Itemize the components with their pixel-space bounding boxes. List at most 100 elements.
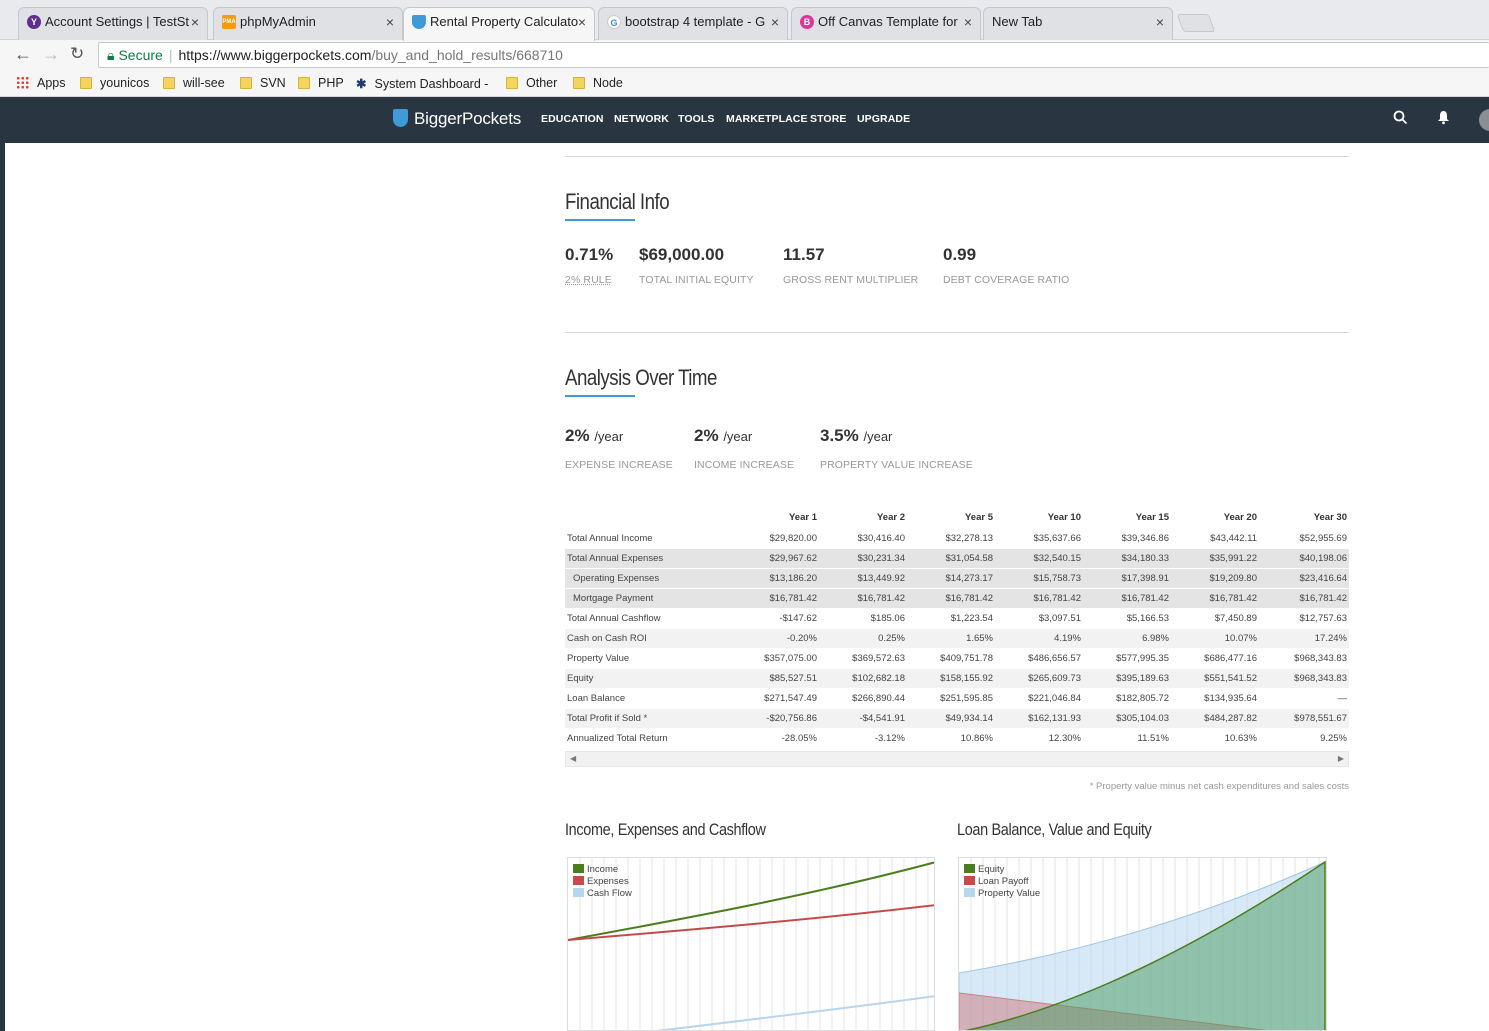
row-label: Mortgage Payment	[565, 587, 731, 608]
table-cell: $15,758.73	[995, 567, 1083, 588]
metric-total-initial-equity: $69,000.00 TOTAL INITIAL EQUITY	[639, 245, 754, 286]
tab-title: phpMyAdmin	[240, 14, 316, 29]
title-underline	[565, 395, 635, 397]
chart-title-income: Income, Expenses and Cashflow	[565, 820, 766, 839]
legend-label: Income	[587, 864, 619, 875]
table-cell: $3,097.51	[995, 607, 1083, 628]
forward-arrow-icon[interactable]: →	[42, 44, 60, 65]
metric-label: GROSS RENT MULTIPLIER	[783, 274, 919, 286]
table-cell: $265,609.73	[995, 667, 1083, 688]
nav-upgrade[interactable]: UPGRADE	[857, 113, 910, 125]
table-cell: $23,416.64	[1259, 567, 1349, 588]
secure-label: Secure	[118, 47, 163, 63]
table-cell: $968,343.83	[1259, 667, 1349, 688]
left-edge-bar	[0, 97, 5, 1031]
close-icon[interactable]: ×	[386, 8, 394, 36]
legend-swatch	[964, 888, 975, 897]
biggerpockets-icon	[412, 15, 426, 29]
close-icon[interactable]: ×	[771, 8, 779, 36]
reload-icon[interactable]: ↻	[70, 44, 84, 64]
legend-label: Expenses	[587, 876, 629, 887]
table-cell: $34,180.33	[1083, 547, 1171, 568]
metric-number: 2%	[694, 426, 719, 445]
close-icon[interactable]: ×	[964, 8, 972, 36]
scroll-right-arrow-icon[interactable]: ▶	[1338, 754, 1344, 763]
legend-swatch	[573, 864, 584, 873]
bookmark-other[interactable]: Other	[506, 76, 557, 90]
legend-swatch	[964, 876, 975, 885]
legend-loan-payoff: Loan Payoff	[964, 876, 1029, 887]
table-cell: $185.06	[819, 607, 907, 628]
metric-value: 2% /year	[565, 426, 673, 446]
tab-title: bootstrap 4 template - G	[625, 14, 766, 29]
legend-label: Loan Payoff	[978, 876, 1029, 887]
address-bar[interactable]: 🔒︎ Secure | https://www.biggerpockets.com/b…	[98, 42, 1489, 68]
table-cell: $369,572.63	[819, 647, 907, 668]
metric-label[interactable]: 2% RULE	[565, 274, 613, 286]
bookmark-label: System Dashboard -	[374, 77, 489, 91]
bookmark-apps[interactable]: Apps	[16, 76, 66, 90]
legend-swatch	[964, 864, 975, 873]
chart-title-loan: Loan Balance, Value and Equity	[957, 820, 1152, 839]
table-cell: $16,781.42	[731, 587, 819, 608]
divider: |	[168, 47, 173, 63]
avatar[interactable]	[1479, 109, 1489, 131]
bookmark-label: PHP	[318, 76, 344, 90]
browser-tab-new-tab[interactable]: New Tab ×	[983, 7, 1173, 40]
table-cell: $305,104.03	[1083, 707, 1171, 728]
nav-marketplace[interactable]: MARKETPLACE	[726, 113, 808, 125]
browser-tab-phpmyadmin[interactable]: PMA phpMyAdmin ×	[213, 7, 403, 40]
scroll-left-arrow-icon[interactable]: ◀	[570, 754, 576, 763]
table-cell: 9.25%	[1259, 727, 1349, 748]
close-icon[interactable]: ×	[1156, 8, 1164, 36]
bookmark-system-dashboard[interactable]: ✱ System Dashboard -	[356, 76, 488, 91]
nav-network[interactable]: NETWORK	[614, 113, 669, 125]
metric-value: 0.71%	[565, 245, 614, 264]
nav-store[interactable]: STORE	[810, 113, 846, 125]
url-host: https://www.biggerpockets.com	[178, 47, 372, 63]
google-icon: G	[607, 15, 621, 29]
close-icon[interactable]: ×	[578, 8, 586, 36]
metric-value: 3.5% /year	[820, 426, 973, 446]
table-cell: 6.98%	[1083, 627, 1171, 648]
browser-tab-off-canvas[interactable]: B Off Canvas Template for ×	[791, 7, 981, 40]
table-row: Cash on Cash ROI -0.20% 0.25% 1.65% 4.19% 6.9…	[565, 627, 1349, 648]
nav-tools[interactable]: TOOLS	[678, 113, 714, 125]
table-cell: $409,751.78	[907, 647, 995, 668]
legend-label: Equity	[978, 864, 1005, 875]
table-header: Year 20	[1223, 512, 1257, 524]
table-cell: 10.63%	[1171, 727, 1259, 748]
back-arrow-icon[interactable]: ←	[14, 44, 32, 65]
bookmark-will-see[interactable]: will-see	[163, 76, 225, 90]
bookmark-node[interactable]: Node	[573, 76, 623, 90]
table-cell: $16,781.42	[1171, 587, 1259, 608]
nav-education[interactable]: EDUCATION	[541, 113, 604, 125]
metric-2pct-rule: 0.71% 2% RULE	[565, 245, 613, 286]
row-label: Annualized Total Return	[565, 727, 731, 748]
bell-icon[interactable]	[1437, 110, 1450, 129]
bookmark-younicos[interactable]: younicos	[80, 76, 149, 90]
site-logo[interactable]: BiggerPockets	[393, 109, 521, 129]
browser-tab-rental-calculator[interactable]: Rental Property Calculato ×	[403, 7, 595, 41]
legend-label: Property Value	[978, 888, 1041, 899]
table-row: Total Annual Income $29,820.00 $30,416.40 $…	[565, 527, 1349, 548]
table-header: Year 5	[965, 512, 993, 524]
browser-tab-bootstrap-search[interactable]: G bootstrap 4 template - G ×	[598, 7, 788, 40]
table-row: Equity $85,527.51 $102,682.18 $158,155.92 $2…	[565, 667, 1349, 688]
close-icon[interactable]: ×	[191, 8, 199, 36]
search-icon[interactable]	[1393, 110, 1408, 129]
folder-icon	[573, 77, 585, 89]
metric-number: 3.5%	[820, 426, 859, 445]
table-cell: $16,781.42	[1083, 587, 1171, 608]
tab-title: Rental Property Calculato	[430, 14, 579, 29]
bookmark-svn[interactable]: SVN	[240, 76, 286, 90]
table-cell: $271,547.49	[731, 687, 819, 708]
browser-tab-account-settings[interactable]: Y Account Settings | TestSt ×	[18, 7, 208, 40]
bookmark-php[interactable]: PHP	[298, 76, 344, 90]
horizontal-scrollbar[interactable]: ◀ ▶	[565, 751, 1349, 767]
new-tab-button[interactable]	[1176, 14, 1216, 32]
table-header: Year 30	[1313, 512, 1347, 524]
metric-gross-rent-multiplier: 11.57 GROSS RENT MULTIPLIER	[783, 245, 918, 286]
legend-label: Cash Flow	[587, 888, 632, 899]
footnote: * Property value minus net cash expendit…	[1089, 781, 1349, 792]
